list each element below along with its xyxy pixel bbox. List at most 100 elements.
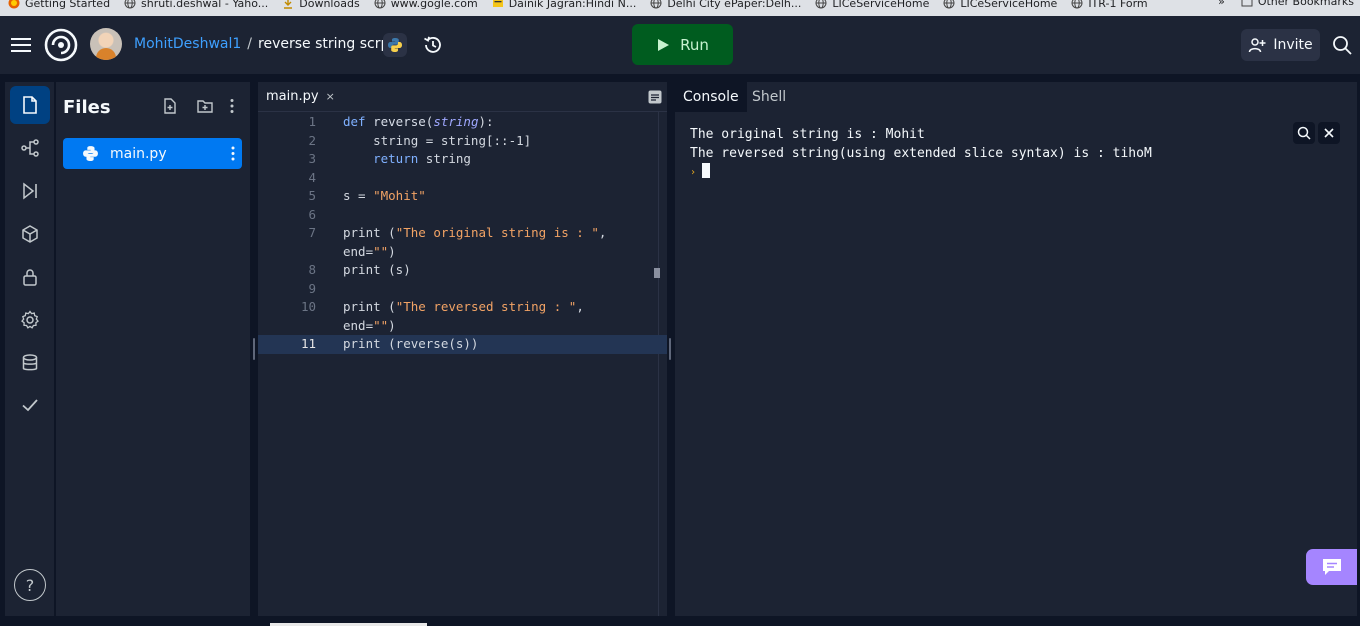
code-line[interactable]: 4 <box>258 169 667 188</box>
bookmark-item[interactable]: Getting Started <box>8 0 110 10</box>
panel-resize-handle[interactable] <box>253 338 255 360</box>
kebab-menu-icon[interactable] <box>223 97 241 115</box>
history-icon[interactable] <box>422 34 444 56</box>
code-token: , <box>598 225 607 240</box>
globe-icon <box>815 0 827 9</box>
editor-options-icon[interactable] <box>648 90 662 104</box>
help-button[interactable]: ? <box>14 569 46 601</box>
code-line[interactable]: 1 def reverse(string): <box>258 113 667 132</box>
bookmarks-bar: Getting Started shruti.deshwal - Yaho... D… <box>0 0 1360 16</box>
code-token: s = <box>343 188 374 203</box>
code-token: "The original string is : " <box>395 225 599 240</box>
code-line[interactable]: 10 print ("The reversed string : ", <box>258 298 667 317</box>
line-source: print ("The original string is : ", <box>343 224 606 243</box>
bookmark-label: shruti.deshwal - Yaho... <box>141 0 269 10</box>
line-number: 11 <box>300 336 316 351</box>
python-language-badge[interactable] <box>383 33 407 57</box>
panel-resize-handle[interactable] <box>669 338 671 360</box>
bookmark-item[interactable]: Delhi City ePaper:Delh... <box>650 0 801 10</box>
new-file-icon[interactable] <box>161 97 179 115</box>
run-button-label: Run <box>680 35 709 54</box>
kebab-menu-icon[interactable] <box>228 145 238 162</box>
chevron-double-right-icon[interactable]: » <box>1218 0 1225 8</box>
repl-name[interactable]: reverse string scrpt <box>258 36 395 52</box>
news-icon <box>492 0 504 9</box>
git-tool-button[interactable] <box>10 129 50 167</box>
files-panel-title: Files <box>63 97 111 118</box>
search-icon[interactable] <box>1331 34 1353 56</box>
code-line[interactable]: 5 s = "Mohit" <box>258 187 667 206</box>
code-token: "" <box>373 243 389 259</box>
bottom-bar <box>0 620 1360 626</box>
line-source: def reverse(string): <box>343 113 494 132</box>
prompt-icon: › <box>690 167 697 178</box>
user-avatar[interactable] <box>90 28 122 60</box>
code-lines[interactable]: 1 def reverse(string): 2 string = string[:… <box>258 113 667 354</box>
code-token: "Mohit" <box>373 188 426 203</box>
package-cube-icon <box>22 225 38 243</box>
bookmark-item[interactable]: Downloads <box>282 0 360 10</box>
code-line[interactable]: 3 return string <box>258 150 667 169</box>
line-source: print (reverse(s)) <box>343 335 478 354</box>
code-token: reverse( <box>373 114 434 129</box>
python-icon <box>388 38 402 52</box>
line-source: s = "Mohit" <box>343 187 426 206</box>
bookmark-item[interactable]: LICeServiceHome <box>815 0 929 10</box>
tab-main-py[interactable]: main.py × <box>258 82 338 112</box>
code-token: end= <box>343 317 374 333</box>
hamburger-menu-icon[interactable] <box>10 35 32 55</box>
line-source: print ("The reversed string : ", <box>343 298 584 317</box>
tab-shell[interactable]: Shell <box>744 82 794 112</box>
console-output[interactable]: The original string is : Mohit The revers… <box>690 126 1152 183</box>
bookmark-item[interactable]: LICeServiceHome <box>943 0 1057 10</box>
new-folder-icon[interactable] <box>196 97 214 115</box>
bookmark-item[interactable]: Dainik Jagran:Hindi N... <box>492 0 636 10</box>
lock-icon <box>23 269 37 286</box>
files-tool-button[interactable] <box>10 86 50 124</box>
replit-logo-icon[interactable] <box>44 28 78 62</box>
database-tool-button[interactable] <box>10 344 50 382</box>
packages-tool-button[interactable] <box>10 215 50 253</box>
workspace-header: MohitDeshwal1 / reverse string scrpt Run… <box>0 16 1360 74</box>
feedback-chat-button[interactable] <box>1306 549 1357 585</box>
console-clear-button[interactable] <box>1318 122 1340 144</box>
close-icon[interactable]: × <box>326 90 335 103</box>
download-icon <box>282 0 294 9</box>
code-line[interactable]: 9 <box>258 280 667 299</box>
unit-tests-tool-button[interactable] <box>10 386 50 424</box>
bookmark-item[interactable]: ITR-1 Form <box>1071 0 1148 10</box>
line-number: 2 <box>308 132 316 148</box>
file-item-main-py[interactable]: main.py <box>63 138 242 169</box>
secrets-tool-button[interactable] <box>10 258 50 296</box>
bookmark-label: ITR-1 Form <box>1088 0 1148 10</box>
invite-button[interactable]: Invite <box>1241 29 1320 61</box>
code-line[interactable]: 8 print (s) <box>258 261 667 280</box>
code-line[interactable]: 11 print (reverse(s)) <box>258 335 667 354</box>
close-icon <box>1324 128 1334 138</box>
line-number: 7 <box>308 225 316 240</box>
invite-button-label: Invite <box>1273 37 1313 53</box>
console-line: The original string is : Mohit <box>690 127 925 142</box>
globe-icon <box>650 0 662 9</box>
line-number: 8 <box>308 262 316 277</box>
settings-tool-button[interactable] <box>10 301 50 339</box>
code-line[interactable]: end="") <box>258 317 667 336</box>
breadcrumb-user-link[interactable]: MohitDeshwal1 <box>134 36 241 52</box>
add-user-icon <box>1249 38 1266 53</box>
debugger-tool-button[interactable] <box>10 172 50 210</box>
console-panel: Console Shell The original string is : M… <box>675 82 1357 616</box>
bookmark-item[interactable]: shruti.deshwal - Yaho... <box>124 0 268 10</box>
console-search-button[interactable] <box>1293 122 1315 144</box>
run-button[interactable]: Run <box>632 24 733 65</box>
code-line[interactable]: 6 <box>258 206 667 225</box>
code-line[interactable]: 7 print ("The original string is : ", <box>258 224 667 243</box>
editor-scrollbar-thumb[interactable] <box>654 268 660 278</box>
code-line[interactable]: end="") <box>258 243 667 262</box>
other-bookmarks-folder[interactable]: Other Bookmarks <box>1241 0 1354 8</box>
database-icon <box>22 354 38 371</box>
line-source: end="") <box>343 243 396 262</box>
code-line[interactable]: 2 string = string[::-1] <box>258 132 667 151</box>
code-token: "The reversed string : " <box>395 299 577 314</box>
tab-console[interactable]: Console <box>675 82 747 112</box>
bookmark-item[interactable]: www.gogle.com <box>374 0 478 10</box>
